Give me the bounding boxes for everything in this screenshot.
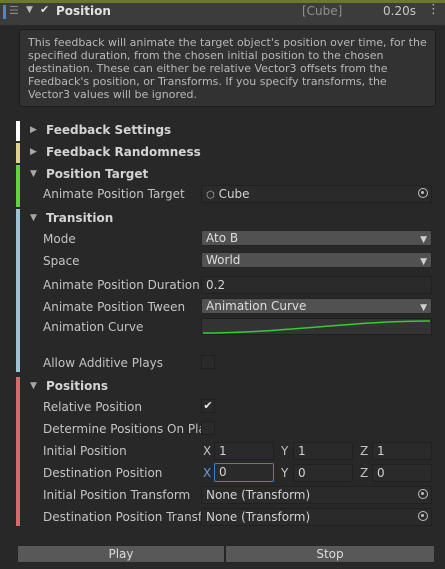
relative-position-checkbox[interactable]: ✔ [201, 399, 215, 413]
initial-position-transform-label: Initial Position Transform [43, 488, 191, 502]
determine-positions-on-play-checkbox[interactable] [201, 421, 215, 435]
destination-position-z-field[interactable]: 0 [372, 464, 432, 482]
feedback-enabled-checkmark-icon[interactable]: ✔ [40, 3, 49, 16]
chevron-down-icon: ▼ [30, 381, 37, 391]
initial-position-z-field[interactable]: 1 [372, 442, 432, 460]
space-label: Space [43, 254, 80, 268]
destination-position-transform-label: Destination Position Transform [43, 510, 201, 524]
animate-position-tween-label: Animate Position Tween [43, 300, 186, 314]
dropdown-value: World [206, 253, 241, 267]
section-title: Positions [46, 379, 109, 393]
section-positions[interactable]: ▼ Positions [20, 376, 441, 398]
initial-position-x-field[interactable]: 1 [214, 442, 274, 460]
object-field-value: Cube [218, 187, 250, 201]
mode-dropdown[interactable]: Ato B ▼ [201, 230, 432, 246]
chevron-right-icon: ▶ [30, 125, 37, 135]
chevron-down-icon: ▼ [30, 213, 37, 223]
initial-x-axis-label: X [203, 444, 212, 458]
play-button[interactable]: Play [17, 545, 225, 563]
destination-y-axis-label: Y [281, 466, 289, 480]
object-picker-icon[interactable] [418, 511, 428, 521]
dropdown-arrow-icon: ▼ [420, 235, 427, 245]
animate-position-tween-dropdown[interactable]: Animation Curve ▼ [201, 298, 432, 314]
feedback-color-strip [3, 5, 6, 19]
destination-position-y-field[interactable]: 0 [293, 464, 353, 482]
relative-position-label: Relative Position [43, 400, 142, 414]
initial-y-axis-label: Y [281, 444, 289, 458]
drag-handle-icon[interactable]: ☰ [9, 4, 19, 17]
chevron-right-icon: ▶ [30, 147, 37, 157]
section-title: Transition [46, 211, 114, 225]
dropdown-value: Animation Curve [206, 299, 307, 313]
allow-additive-plays-label: Allow Additive Plays [43, 356, 164, 370]
section-position-target[interactable]: ▼ Position Target [20, 164, 441, 186]
section-feedback-settings[interactable]: ▶ Feedback Settings [20, 120, 441, 142]
space-dropdown[interactable]: World ▼ [201, 252, 432, 268]
animate-position-duration-field[interactable]: 0.2 [201, 276, 432, 294]
animate-position-duration-label: Animate Position Duration [43, 278, 200, 292]
help-box: This feedback will animate the target ob… [19, 29, 436, 107]
stop-button[interactable]: Stop [225, 545, 435, 563]
animation-curve-graph [202, 320, 431, 334]
mode-label: Mode [43, 232, 76, 246]
more-options-icon[interactable]: ⋮ [427, 2, 440, 17]
animate-position-target-field[interactable]: ⬡ Cube [201, 185, 432, 203]
feedback-duration-label: 0.20s [383, 4, 416, 18]
section-transition[interactable]: ▼ Transition [20, 208, 441, 230]
object-field-value: None (Transform) [206, 488, 311, 502]
checkmark-icon: ✔ [203, 399, 213, 412]
section-title: Feedback Randomness [46, 145, 201, 159]
destination-position-x-field[interactable]: 0 [214, 463, 274, 482]
destination-x-axis-label: X [203, 466, 212, 480]
feedback-target-label: [Cube] [302, 4, 343, 18]
animate-position-target-label: Animate Position Target [43, 187, 185, 201]
destination-position-label: Destination Position [43, 466, 163, 480]
dropdown-arrow-icon: ▼ [420, 303, 427, 313]
cube-icon: ⬡ [206, 190, 215, 201]
object-picker-icon[interactable] [418, 489, 428, 499]
animation-curve-field[interactable] [201, 318, 432, 335]
chevron-down-icon: ▼ [30, 169, 37, 179]
determine-positions-on-play-label: Determine Positions On Play [43, 422, 201, 436]
dropdown-value: Ato B [206, 231, 239, 245]
allow-additive-plays-checkbox[interactable] [201, 355, 215, 369]
positions-color-bar [16, 377, 20, 526]
initial-z-axis-label: Z [360, 444, 369, 458]
animation-curve-label: Animation Curve [43, 320, 144, 334]
object-picker-icon[interactable] [418, 188, 428, 198]
section-feedback-randomness[interactable]: ▶ Feedback Randomness [20, 142, 441, 164]
section-title: Feedback Settings [46, 123, 172, 137]
destination-position-transform-field[interactable]: None (Transform) [201, 508, 432, 526]
object-field-value: None (Transform) [206, 510, 311, 524]
transition-color-bar [16, 209, 20, 372]
dropdown-arrow-icon: ▼ [420, 257, 427, 267]
destination-z-axis-label: Z [360, 466, 369, 480]
chevron-down-icon[interactable]: ▼ [26, 5, 33, 15]
section-title: Position Target [46, 167, 149, 181]
feedback-title: Position [56, 4, 111, 18]
initial-position-transform-field[interactable]: None (Transform) [201, 486, 432, 504]
initial-position-y-field[interactable]: 1 [293, 442, 353, 460]
initial-position-label: Initial Position [43, 444, 127, 458]
